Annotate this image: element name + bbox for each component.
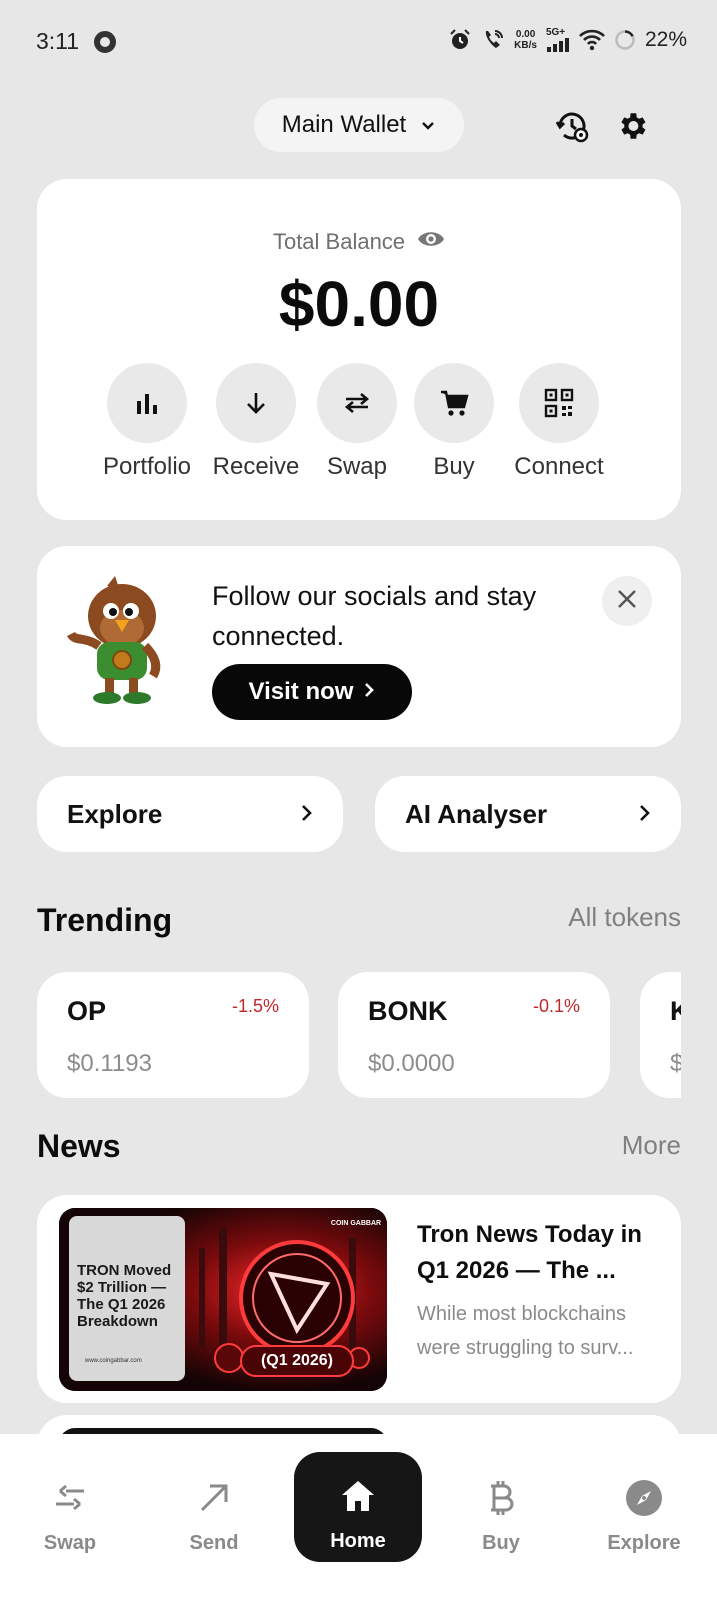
status-icons: 0.00 KB/s 5G+ 22% <box>448 28 687 52</box>
buy-button[interactable]: Buy <box>399 363 509 481</box>
token-card-partial[interactable]: K $ <box>640 972 681 1098</box>
receive-button[interactable]: Receive <box>201 363 311 481</box>
network-speed: 0.00 KB/s <box>514 29 537 51</box>
token-change: -1.5% <box>231 996 279 1016</box>
nav-explore[interactable]: Explore <box>584 1476 704 1555</box>
ai-analyser-link[interactable]: AI Analyser <box>375 776 681 852</box>
bitcoin-icon <box>441 1476 561 1520</box>
wallet-selector[interactable]: Main Wallet <box>254 98 464 152</box>
explore-link[interactable]: Explore <box>37 776 343 852</box>
more-news-link[interactable]: More <box>622 1130 681 1161</box>
alarm-icon <box>448 28 472 52</box>
news-item[interactable]: TRON Moved $2 Trillion — The Q1 2026 Bre… <box>37 1195 681 1403</box>
close-promo-button[interactable] <box>602 576 652 626</box>
news-thumbnail: TRON Moved $2 Trillion — The Q1 2026 Bre… <box>59 1208 387 1391</box>
total-balance-label: Total Balance <box>37 229 681 255</box>
wifi-icon <box>579 29 605 51</box>
chevron-right-icon <box>637 799 651 830</box>
nav-send[interactable]: Send <box>154 1476 274 1555</box>
visit-now-button[interactable]: Visit now <box>212 664 412 720</box>
balance-card: Total Balance $0.00 Portfolio Receive Sw… <box>37 179 681 520</box>
token-symbol: K <box>670 996 681 1026</box>
home-icon <box>294 1474 422 1518</box>
swap-icon <box>317 363 397 443</box>
chevron-right-icon <box>299 799 313 830</box>
history-settings-icon[interactable] <box>552 106 592 146</box>
token-price: $0.1193 <box>67 1050 152 1077</box>
cart-icon <box>414 363 494 443</box>
thumbnail-url: www.coingabbar.com <box>85 1358 142 1364</box>
bottom-navigation: Swap Send Home Buy Explore <box>0 1434 717 1600</box>
connect-button[interactable]: Connect <box>504 363 614 481</box>
all-tokens-link[interactable]: All tokens <box>568 902 681 933</box>
token-card-op[interactable]: OP -1.5% $0.1193 <box>37 972 309 1098</box>
news-headline: Tron News Today in Q1 2026 — The ... <box>417 1221 642 1284</box>
news-description: While most blockchains were struggling t… <box>417 1303 634 1359</box>
bird-mascot-image <box>66 576 167 706</box>
nav-swap[interactable]: Swap <box>10 1476 130 1555</box>
promo-message: Follow our socials and stay connected. <box>212 581 537 651</box>
news-title: News <box>37 1128 121 1164</box>
total-balance-value: $0.00 <box>278 268 440 340</box>
send-arrow-icon <box>154 1476 274 1520</box>
token-price: $0.0000 <box>368 1050 455 1077</box>
status-bar: 3:11 0.00 KB/s 5G+ 22% <box>0 0 717 84</box>
thumbnail-badge: (Q1 2026) <box>260 1352 334 1369</box>
token-price: $ <box>670 1050 681 1077</box>
chevron-right-icon <box>363 678 375 706</box>
token-change: -0.1% <box>532 996 580 1016</box>
battery-percent: 22% <box>644 28 687 51</box>
portfolio-button[interactable]: Portfolio <box>92 363 202 481</box>
token-symbol: OP <box>67 996 107 1026</box>
close-icon <box>615 587 639 616</box>
gear-icon[interactable] <box>612 106 652 146</box>
swap-button[interactable]: Swap <box>302 363 412 481</box>
swap-icon <box>10 1476 130 1520</box>
promo-card: Follow our socials and stay connected. V… <box>37 546 681 747</box>
status-time: 3:11 <box>36 28 80 54</box>
eye-icon[interactable] <box>417 229 445 255</box>
trending-title: Trending <box>37 902 173 938</box>
nav-home[interactable]: Home <box>294 1452 422 1562</box>
token-card-bonk[interactable]: BONK -0.1% $0.0000 <box>338 972 610 1098</box>
notification-dot-icon <box>94 31 116 53</box>
wifi-call-icon <box>481 28 505 52</box>
qr-scan-icon <box>519 363 599 443</box>
token-symbol: BONK <box>368 996 448 1026</box>
wallet-name: Main Wallet <box>281 111 407 138</box>
signal-icon: 5G+ <box>546 28 570 52</box>
chevron-down-icon <box>420 111 436 139</box>
thumbnail-headline: TRON Moved $2 Trillion — The Q1 2026 Bre… <box>77 1262 172 1330</box>
bar-chart-icon <box>107 363 187 443</box>
arrow-down-icon <box>216 363 296 443</box>
thumbnail-brand: COIN GABBAR <box>330 1220 382 1227</box>
compass-icon <box>584 1476 704 1520</box>
battery-ring-icon <box>614 29 636 51</box>
nav-buy[interactable]: Buy <box>441 1476 561 1555</box>
